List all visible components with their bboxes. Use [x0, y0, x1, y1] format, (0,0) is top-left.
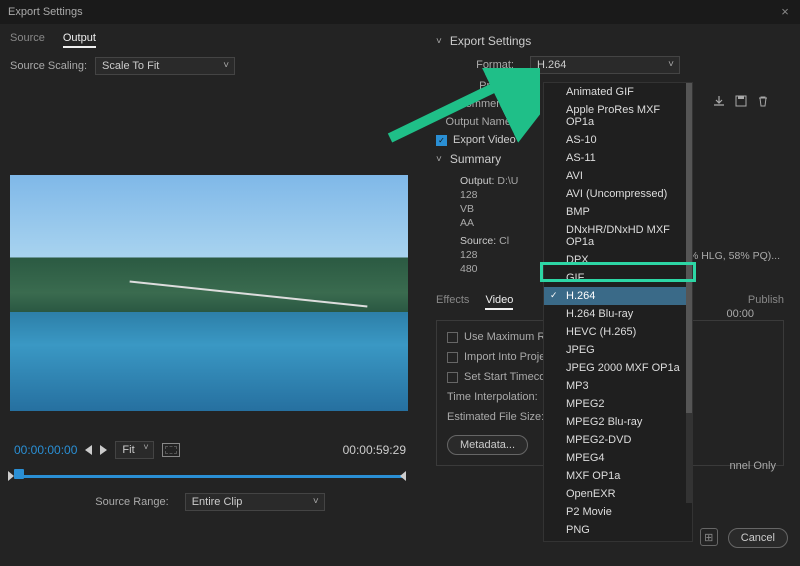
format-option[interactable]: AS-10: [544, 131, 692, 149]
preset-label: Preset:: [436, 80, 514, 92]
import-preset-icon[interactable]: [712, 94, 726, 108]
video-preview[interactable]: [10, 175, 408, 411]
format-option[interactable]: QuickTime: [544, 539, 692, 542]
left-pane: Source Output Source Scaling: Scale To F…: [0, 24, 420, 564]
format-option[interactable]: AVI (Uncompressed): [544, 185, 692, 203]
tab-source[interactable]: Source: [10, 30, 45, 48]
format-label: Format:: [436, 59, 514, 71]
format-option[interactable]: AS-11: [544, 149, 692, 167]
summary-heading: Summary: [450, 152, 501, 166]
format-select[interactable]: H.264: [530, 56, 680, 74]
summary-output-label: Output:: [460, 175, 494, 187]
format-option[interactable]: JPEG 2000 MXF OP1a: [544, 359, 692, 377]
format-option[interactable]: MPEG2 Blu-ray: [544, 413, 692, 431]
format-option[interactable]: Animated GIF: [544, 83, 692, 101]
format-option[interactable]: H.264: [544, 287, 692, 305]
format-option[interactable]: P2 Movie: [544, 503, 692, 521]
in-point-handle[interactable]: [8, 471, 14, 481]
summary-output-path: D:\U: [497, 175, 518, 187]
delete-preset-icon[interactable]: [756, 94, 770, 108]
source-range-label: Source Range:: [95, 496, 168, 508]
format-option[interactable]: H.264 Blu-ray: [544, 305, 692, 323]
comments-label: Comments:: [436, 98, 514, 110]
format-option[interactable]: OpenEXR: [544, 485, 692, 503]
tab-output[interactable]: Output: [63, 30, 96, 48]
source-scaling-label: Source Scaling:: [10, 60, 87, 72]
format-option[interactable]: DPX: [544, 251, 692, 269]
queue-button[interactable]: ⊞: [700, 528, 718, 546]
close-icon[interactable]: ×: [778, 5, 792, 19]
window-title: Export Settings: [8, 6, 83, 18]
zoom-fit-select[interactable]: Fit: [115, 441, 153, 459]
export-video-label: Export Video: [453, 134, 516, 146]
source-range-select[interactable]: Entire Clip: [185, 493, 325, 511]
source-scaling-select[interactable]: Scale To Fit: [95, 57, 235, 75]
format-option[interactable]: MP3: [544, 377, 692, 395]
out-point-handle[interactable]: [400, 471, 406, 481]
import-project-label: Import Into Project: [464, 351, 554, 363]
format-option[interactable]: MPEG2-DVD: [544, 431, 692, 449]
scrubber-track[interactable]: [14, 475, 406, 478]
cancel-button[interactable]: Cancel: [728, 528, 788, 548]
step-forward-icon[interactable]: [100, 445, 107, 455]
tab-effects[interactable]: Effects: [436, 292, 469, 310]
playhead[interactable]: [14, 469, 24, 479]
format-option[interactable]: AVI: [544, 167, 692, 185]
estimated-size-label: Estimated File Size:: [447, 411, 544, 423]
format-option[interactable]: BMP: [544, 203, 692, 221]
set-start-timecode-checkbox[interactable]: [447, 372, 458, 383]
time-end: 00:00:59:29: [343, 443, 406, 457]
format-option[interactable]: HEVC (H.265): [544, 323, 692, 341]
format-option[interactable]: MPEG4: [544, 449, 692, 467]
step-back-icon[interactable]: [85, 445, 92, 455]
format-option[interactable]: GIF: [544, 269, 692, 287]
format-value: H.264: [537, 58, 566, 72]
time-interpolation-label: Time Interpolation:: [447, 391, 538, 403]
tab-video[interactable]: Video: [485, 292, 513, 310]
import-project-checkbox[interactable]: [447, 352, 458, 363]
save-preset-icon[interactable]: [734, 94, 748, 108]
zoom-fit-value: Fit: [122, 444, 134, 456]
summary-source-label: Source:: [460, 235, 496, 247]
format-option[interactable]: DNxHR/DNxHD MXF OP1a: [544, 221, 692, 251]
titlebar: Export Settings ×: [0, 0, 800, 24]
format-option[interactable]: MPEG2: [544, 395, 692, 413]
dropdown-scrollbar-thumb[interactable]: [686, 83, 692, 413]
metadata-button[interactable]: Metadata...: [447, 435, 528, 455]
export-settings-heading: Export Settings: [450, 34, 531, 48]
use-max-render-checkbox[interactable]: [447, 332, 458, 343]
summary-source-clip: Cl: [499, 235, 509, 247]
preview-image: [10, 175, 408, 411]
source-duration-text: 00:00: [726, 308, 754, 320]
source-scaling-value: Scale To Fit: [102, 59, 159, 73]
format-dropdown[interactable]: Animated GIFApple ProRes MXF OP1aAS-10AS…: [543, 82, 693, 542]
timeline-scrubber[interactable]: [10, 467, 410, 485]
aspect-ratio-icon[interactable]: [162, 443, 180, 457]
time-start[interactable]: 00:00:00:00: [14, 443, 77, 457]
source-range-value: Entire Clip: [192, 495, 243, 509]
format-option[interactable]: PNG: [544, 521, 692, 539]
format-option[interactable]: MXF OP1a: [544, 467, 692, 485]
summary-truncated-text: 5% HLG, 58% PQ)...: [683, 250, 780, 262]
dropdown-scrollbar[interactable]: [686, 83, 692, 503]
format-option[interactable]: Apple ProRes MXF OP1a: [544, 101, 692, 131]
export-video-checkbox[interactable]: [436, 135, 447, 146]
format-option[interactable]: JPEG: [544, 341, 692, 359]
channel-only-text: nnel Only: [730, 460, 776, 472]
output-name-label: Output Name:: [436, 116, 514, 128]
export-settings-section[interactable]: Export Settings: [436, 34, 784, 48]
